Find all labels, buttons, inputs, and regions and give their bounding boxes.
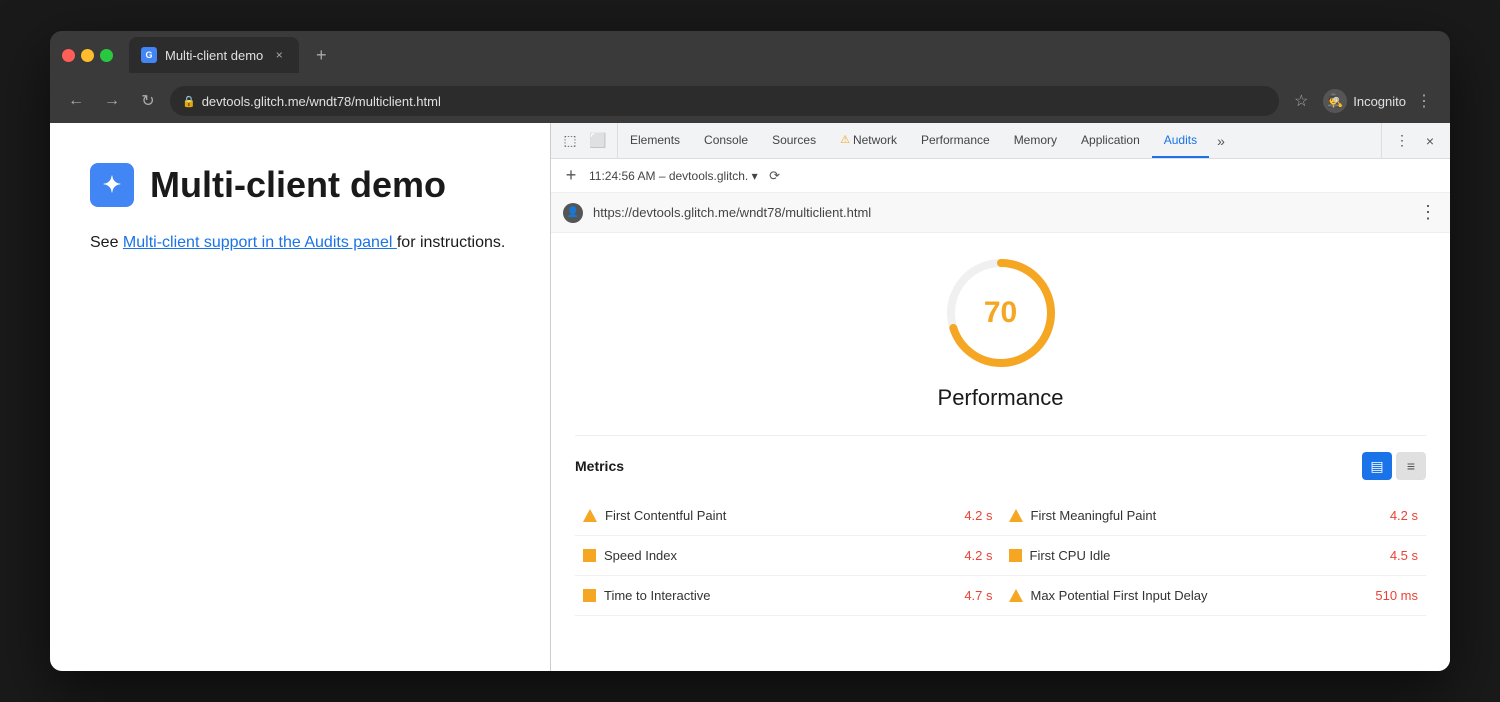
audit-main-content: 70 Performance Metrics ▤ ≡ bbox=[551, 233, 1450, 671]
metric-name: First Contentful Paint bbox=[605, 508, 948, 523]
incognito-area: 🕵 Incognito bbox=[1323, 89, 1406, 113]
page-logo: ✦ bbox=[90, 163, 134, 207]
incognito-label: Incognito bbox=[1353, 94, 1406, 109]
metrics-header: Metrics ▤ ≡ bbox=[575, 452, 1426, 480]
tab-audits[interactable]: Audits bbox=[1152, 123, 1209, 158]
score-section: 70 Performance bbox=[575, 253, 1426, 411]
incognito-icon: 🕵 bbox=[1323, 89, 1347, 113]
audit-reload-button[interactable]: ⟳ bbox=[764, 165, 786, 187]
score-label: Performance bbox=[938, 385, 1064, 411]
tab-close-button[interactable]: × bbox=[271, 47, 287, 63]
devtools-tabs: Elements Console Sources ⚠Network Perfor… bbox=[618, 123, 1381, 158]
content-area: ✦ Multi-client demo See Multi-client sup… bbox=[50, 123, 1450, 671]
metric-icon-square bbox=[1009, 549, 1022, 562]
browser-window: G Multi-client demo × + ← → ↻ 🔒 devtools… bbox=[50, 31, 1450, 671]
list-view-icon: ≡ bbox=[1407, 458, 1415, 474]
title-bar: G Multi-client demo × + bbox=[50, 31, 1450, 79]
metric-value: 4.2 s bbox=[964, 548, 992, 563]
metric-icon-square bbox=[583, 549, 596, 562]
metric-value: 4.2 s bbox=[1390, 508, 1418, 523]
metrics-view-toggle: ▤ ≡ bbox=[1362, 452, 1426, 480]
tab-network[interactable]: ⚠Network bbox=[828, 123, 909, 158]
metric-value: 4.2 s bbox=[964, 508, 992, 523]
browser-tab[interactable]: G Multi-client demo × bbox=[129, 37, 299, 73]
audits-panel-link[interactable]: Multi-client support in the Audits panel bbox=[123, 234, 397, 251]
tab-performance[interactable]: Performance bbox=[909, 123, 1002, 158]
address-bar[interactable]: 🔒 devtools.glitch.me/wndt78/multiclient.… bbox=[170, 86, 1279, 116]
metric-value: 510 ms bbox=[1375, 588, 1418, 603]
nav-right-buttons: ☆ 🕵 Incognito ⋮ bbox=[1287, 87, 1438, 115]
audit-site-favicon: 👤 bbox=[563, 203, 583, 223]
devtools-action-buttons: ⋮ × bbox=[1381, 123, 1450, 158]
audit-url-bar: + 11:24:56 AM – devtools.glitch. ▾ ⟳ bbox=[551, 159, 1450, 193]
nav-bar: ← → ↻ 🔒 devtools.glitch.me/wndt78/multic… bbox=[50, 79, 1450, 123]
address-text: devtools.glitch.me/wndt78/multiclient.ht… bbox=[202, 94, 441, 109]
metric-row-fci: First CPU Idle 4.5 s bbox=[1001, 536, 1427, 576]
traffic-lights bbox=[62, 49, 113, 62]
page-header: ✦ Multi-client demo bbox=[90, 163, 510, 207]
tab-title: Multi-client demo bbox=[165, 48, 263, 63]
metric-row-fcp: First Contentful Paint 4.2 s bbox=[575, 496, 1001, 536]
minimize-traffic-light[interactable] bbox=[81, 49, 94, 62]
tab-favicon: G bbox=[141, 47, 157, 63]
metric-icon-triangle bbox=[1009, 509, 1023, 522]
metric-value: 4.7 s bbox=[964, 588, 992, 603]
score-number: 70 bbox=[984, 296, 1017, 330]
audit-add-button[interactable]: + bbox=[559, 164, 583, 188]
grid-view-icon: ▤ bbox=[1370, 458, 1383, 475]
page-content: ✦ Multi-client demo See Multi-client sup… bbox=[50, 123, 550, 671]
back-button[interactable]: ← bbox=[62, 87, 90, 115]
tab-memory[interactable]: Memory bbox=[1002, 123, 1069, 158]
metric-value: 4.5 s bbox=[1390, 548, 1418, 563]
more-tabs-button[interactable]: » bbox=[1209, 123, 1233, 158]
devtools-close-button[interactable]: × bbox=[1418, 129, 1442, 153]
metric-row-mpfid: Max Potential First Input Delay 510 ms bbox=[1001, 576, 1427, 616]
metrics-section: Metrics ▤ ≡ First bbox=[575, 435, 1426, 616]
forward-button[interactable]: → bbox=[98, 87, 126, 115]
metric-row-tti: Time to Interactive 4.7 s bbox=[575, 576, 1001, 616]
metric-icon-triangle bbox=[1009, 589, 1023, 602]
device-icon: ⬜ bbox=[589, 132, 606, 149]
reload-button[interactable]: ↻ bbox=[134, 87, 162, 115]
tab-application[interactable]: Application bbox=[1069, 123, 1152, 158]
menu-button[interactable]: ⋮ bbox=[1410, 87, 1438, 115]
audit-result-bar: 👤 https://devtools.glitch.me/wndt78/mult… bbox=[551, 193, 1450, 233]
devtools-toolbar: ⬚ ⬜ Elements Console Sources bbox=[551, 123, 1450, 159]
close-traffic-light[interactable] bbox=[62, 49, 75, 62]
inspect-icon: ⬚ bbox=[563, 132, 576, 149]
tab-console[interactable]: Console bbox=[692, 123, 760, 158]
metric-row-si: Speed Index 4.2 s bbox=[575, 536, 1001, 576]
new-tab-button[interactable]: + bbox=[307, 41, 335, 69]
audit-site-url: https://devtools.glitch.me/wndt78/multic… bbox=[593, 205, 1409, 220]
metric-icon-triangle bbox=[583, 509, 597, 522]
view-list-button[interactable]: ≡ bbox=[1396, 452, 1426, 480]
metric-icon-square bbox=[583, 589, 596, 602]
devtools-panel: ⬚ ⬜ Elements Console Sources bbox=[550, 123, 1450, 671]
metric-name: First CPU Idle bbox=[1030, 548, 1374, 563]
metric-name: First Meaningful Paint bbox=[1031, 508, 1374, 523]
devtools-icon-bar: ⬚ ⬜ bbox=[551, 123, 618, 158]
maximize-traffic-light[interactable] bbox=[100, 49, 113, 62]
metric-name: Max Potential First Input Delay bbox=[1031, 588, 1360, 603]
metrics-grid: First Contentful Paint 4.2 s First Meani… bbox=[575, 496, 1426, 616]
score-circle: 70 bbox=[941, 253, 1061, 373]
metric-name: Speed Index bbox=[604, 548, 948, 563]
devtools-settings-button[interactable]: ⋮ bbox=[1390, 129, 1414, 153]
page-title: Multi-client demo bbox=[150, 164, 446, 206]
view-grid-button[interactable]: ▤ bbox=[1362, 452, 1392, 480]
metric-row-fmp: First Meaningful Paint 4.2 s bbox=[1001, 496, 1427, 536]
tab-sources[interactable]: Sources bbox=[760, 123, 828, 158]
star-button[interactable]: ☆ bbox=[1287, 87, 1315, 115]
tab-elements[interactable]: Elements bbox=[618, 123, 692, 158]
metrics-title: Metrics bbox=[575, 458, 624, 474]
inspect-element-button[interactable]: ⬚ bbox=[557, 128, 583, 154]
lock-icon: 🔒 bbox=[182, 95, 196, 108]
device-toggle-button[interactable]: ⬜ bbox=[585, 128, 611, 154]
audit-time-label: 11:24:56 AM – devtools.glitch. ▾ bbox=[589, 169, 758, 183]
metric-name: Time to Interactive bbox=[604, 588, 948, 603]
network-warning-icon: ⚠ bbox=[840, 133, 850, 146]
page-description: See Multi-client support in the Audits p… bbox=[90, 231, 510, 255]
audit-result-more-button[interactable]: ⋮ bbox=[1419, 202, 1438, 223]
